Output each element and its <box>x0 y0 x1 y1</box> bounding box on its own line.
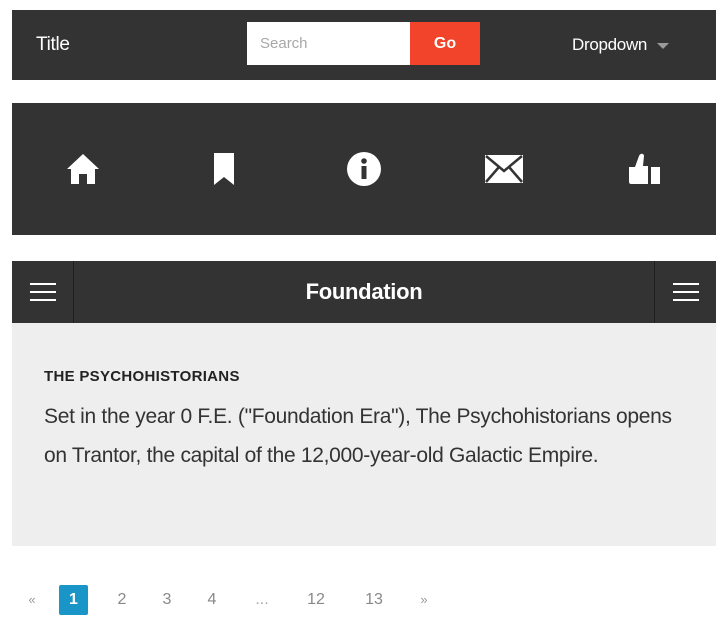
page-link-2[interactable]: 2 <box>112 585 132 615</box>
search-input[interactable] <box>247 22 410 65</box>
page-ellipsis: ... <box>255 591 269 608</box>
envelope-icon[interactable] <box>482 147 526 191</box>
page-link-3[interactable]: 3 <box>157 585 177 615</box>
thumbs-up-icon[interactable] <box>622 147 666 191</box>
chapter-description: Set in the year 0 F.E. ("Foundation Era"… <box>44 405 672 467</box>
navbar-title[interactable]: Title <box>36 10 70 80</box>
panel-body: THE PSYCHOHISTORIANS Set in the year 0 F… <box>12 323 716 546</box>
page-link-1[interactable]: 1 <box>59 585 88 615</box>
dropdown-menu[interactable]: Dropdown <box>572 10 670 80</box>
page-link-13[interactable]: 13 <box>360 585 388 615</box>
prev-page-link[interactable]: « <box>22 585 42 615</box>
menu-right-icon[interactable] <box>654 261 716 323</box>
page-link-12[interactable]: 12 <box>302 585 330 615</box>
home-icon[interactable] <box>61 147 105 191</box>
bookmark-icon[interactable] <box>202 147 246 191</box>
info-icon[interactable] <box>342 147 386 191</box>
go-button[interactable]: Go <box>410 22 480 65</box>
chapter-title: THE PSYCHOHISTORIANS <box>44 368 240 385</box>
next-page-link[interactable]: » <box>414 585 434 615</box>
page-link-4[interactable]: 4 <box>202 585 222 615</box>
dropdown-label: Dropdown <box>572 35 648 54</box>
menu-left-icon[interactable] <box>12 261 74 323</box>
icon-toolbar <box>12 103 716 235</box>
top-navbar: Title Go Dropdown <box>12 10 716 80</box>
panel-title: Foundation <box>305 279 423 304</box>
panel-header: Foundation <box>12 261 716 323</box>
caret-down-icon <box>657 42 670 49</box>
